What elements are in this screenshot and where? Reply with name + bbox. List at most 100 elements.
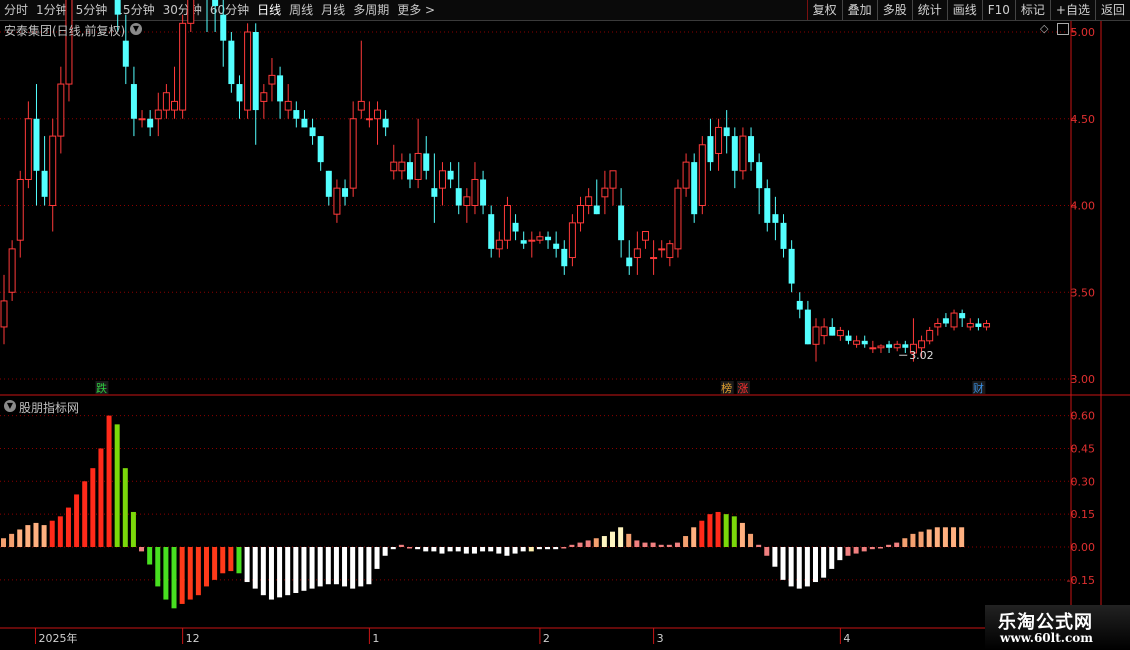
indicator-bar xyxy=(260,547,266,596)
candle-body-up xyxy=(877,345,885,349)
diamond-icon[interactable]: ◇ xyxy=(1040,22,1048,35)
candle-body-up xyxy=(698,144,706,206)
candle-body-down xyxy=(130,84,137,119)
indicator-bar xyxy=(926,529,932,547)
indicator-tick-label: 0.00 xyxy=(1071,541,1096,554)
candle-body-up xyxy=(365,118,373,121)
candle-body-up xyxy=(966,322,974,328)
indicator-bar xyxy=(398,544,404,547)
indicator-chevron-down-icon[interactable]: ▼ xyxy=(4,400,16,412)
indicator-bar xyxy=(25,525,31,547)
chevron-down-icon[interactable]: ▼ xyxy=(130,23,142,35)
indicator-bar xyxy=(869,547,875,550)
candle-body-up xyxy=(666,243,674,259)
candle-body-up xyxy=(536,236,544,241)
indicator-bar xyxy=(431,547,437,552)
candle-body-up xyxy=(820,326,828,337)
indicator-bar xyxy=(553,547,559,550)
candle-body-down xyxy=(731,136,738,171)
candle-body-down xyxy=(553,243,560,249)
indicator-bar xyxy=(447,547,453,552)
candle-body-up xyxy=(260,92,268,102)
indicator-tick-label: 0.45 xyxy=(1071,442,1096,455)
candle-body-up xyxy=(8,248,16,293)
candle-body-up xyxy=(674,187,682,250)
candle-body-up xyxy=(983,322,991,328)
indicator-tick-label: 0.30 xyxy=(1071,475,1096,488)
candle-body-up xyxy=(869,347,877,350)
indicator-bar xyxy=(33,522,39,547)
indicator-bar xyxy=(788,547,794,587)
indicator-bar xyxy=(674,542,680,547)
price-tick-label: 4.50 xyxy=(1071,113,1096,126)
indicator-bar xyxy=(204,547,209,587)
candle-body-down xyxy=(301,118,308,128)
indicator-bar xyxy=(415,547,421,550)
candle-body-down xyxy=(252,32,259,111)
indicator-bar xyxy=(601,536,607,547)
event-mark: 跌 xyxy=(96,381,107,395)
indicator-bar xyxy=(813,547,818,583)
time-axis-label: 3 xyxy=(657,632,664,645)
candle-body-down xyxy=(707,136,714,163)
indicator-bar xyxy=(707,514,713,547)
candle-body-down xyxy=(780,222,787,249)
indicator-bar xyxy=(488,547,494,552)
candle-body-up xyxy=(893,343,901,349)
candle-body-down xyxy=(488,214,495,249)
indicator-tick-label: 0.15 xyxy=(1071,508,1096,521)
indicator-bar xyxy=(480,547,486,552)
candle-body-down xyxy=(959,313,966,319)
candle-body-up xyxy=(390,161,398,172)
indicator-bars xyxy=(1,415,965,609)
indicator-bar xyxy=(82,481,88,547)
candle-body-up xyxy=(187,0,195,24)
chart-canvas[interactable]: 6.506.005.505.004.504.003.503.000.600.45… xyxy=(0,0,1130,650)
indicator-bar xyxy=(715,511,721,547)
candle-body-up xyxy=(57,83,65,137)
candle-body-down xyxy=(317,136,324,163)
indicator-bar xyxy=(496,547,502,554)
candle-body-down xyxy=(277,75,284,102)
candle-body-down xyxy=(212,0,219,6)
candle-body-down xyxy=(723,127,730,137)
indicator-bar xyxy=(423,547,429,552)
candle-body-down xyxy=(975,323,982,327)
candlestick-series xyxy=(0,0,991,362)
panel-toggle-icon[interactable] xyxy=(1057,23,1069,35)
candle-body-down xyxy=(691,162,698,215)
candle-body-down xyxy=(772,214,779,223)
indicator-bar xyxy=(366,547,372,585)
indicator-bar xyxy=(650,542,656,547)
candle-body-up xyxy=(812,326,820,345)
candle-body-down xyxy=(447,170,454,180)
indicator-bar xyxy=(1,538,6,547)
candle-body-down xyxy=(220,14,227,41)
indicator-bar xyxy=(382,547,388,556)
indicator-bar xyxy=(179,547,185,604)
candle-body-up xyxy=(463,196,471,206)
indicator-bar xyxy=(471,547,477,554)
indicator-bar xyxy=(780,547,786,580)
candle-body-down xyxy=(545,236,552,241)
indicator-bar xyxy=(147,547,153,565)
indicator-bar xyxy=(918,531,924,547)
candle-body-up xyxy=(715,126,723,154)
indicator-bar xyxy=(626,533,632,547)
indicator-bar xyxy=(561,547,567,549)
indicator-bar xyxy=(942,527,948,547)
indicator-bar xyxy=(959,527,965,547)
indicator-bar xyxy=(317,547,323,587)
candle-body-up xyxy=(471,178,479,207)
candle-body-up xyxy=(349,118,357,189)
candle-body-up xyxy=(682,161,690,189)
candle-body-up xyxy=(333,187,341,215)
candle-body-up xyxy=(528,239,536,242)
candle-body-up xyxy=(585,196,593,206)
candle-body-up xyxy=(650,257,658,260)
indicator-bar xyxy=(187,547,193,600)
candle-body-down xyxy=(756,162,763,189)
candle-body-up xyxy=(357,100,365,111)
candle-body-up xyxy=(16,178,24,241)
indicator-bar xyxy=(268,547,274,600)
